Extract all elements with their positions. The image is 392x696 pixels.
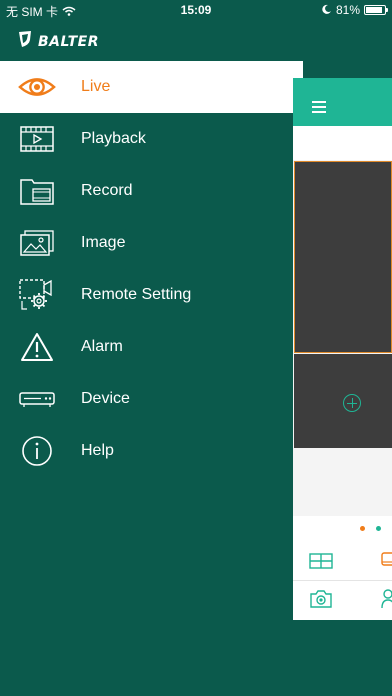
live-view-panel[interactable] [293,78,392,620]
split-layout-icon[interactable] [309,553,333,574]
battery-icon [364,5,388,15]
menu-item-device[interactable]: Device [0,373,303,425]
live-view-header [293,78,392,126]
hamburger-menu-icon[interactable] [312,101,326,116]
menu-item-label: Alarm [81,338,123,355]
live-view-subheader [293,126,392,160]
info-icon [18,433,56,469]
record-clip-icon[interactable] [381,552,392,575]
add-channel-icon[interactable] [343,394,361,412]
menu-item-label: Help [81,442,114,459]
dvr-device-icon [18,381,56,417]
film-play-icon [18,121,56,157]
menu-item-live[interactable]: Live [0,61,303,113]
live-view-toolbar [293,516,392,620]
menu-item-record[interactable]: Record [0,165,303,217]
video-channel-1[interactable] [294,161,392,353]
side-menu: Live Playback Record Image Remote Settin… [0,61,303,477]
menu-item-image[interactable]: Image [0,217,303,269]
brand-logo: BALTER [18,30,99,53]
brand-name: BALTER [38,33,100,50]
menu-item-label: Remote Setting [81,286,192,303]
status-bar: 无 SIM 卡 15:09 81% [0,0,392,20]
moon-icon [322,3,332,17]
image-icon [18,225,56,261]
remote-gear-icon [18,277,56,313]
shield-logo-icon [18,30,32,53]
eye-icon [18,69,56,105]
menu-item-label: Playback [81,130,146,147]
talk-person-icon[interactable] [381,589,392,614]
toolbar-divider [293,580,392,581]
menu-item-label: Image [81,234,126,251]
snapshot-camera-icon[interactable] [309,590,333,613]
menu-item-label: Record [81,182,133,199]
alert-triangle-icon [18,329,56,365]
menu-item-remote-setting[interactable]: Remote Setting [0,269,303,321]
page-indicator-dot-active [360,526,365,531]
folder-video-icon [18,173,56,209]
menu-item-label: Device [81,390,130,407]
menu-item-alarm[interactable]: Alarm [0,321,303,373]
battery-percent: 81% [335,3,360,17]
menu-item-help[interactable]: Help [0,425,303,477]
page-indicator-dot [376,526,381,531]
menu-item-playback[interactable]: Playback [0,113,303,165]
menu-item-label: Live [81,78,111,95]
